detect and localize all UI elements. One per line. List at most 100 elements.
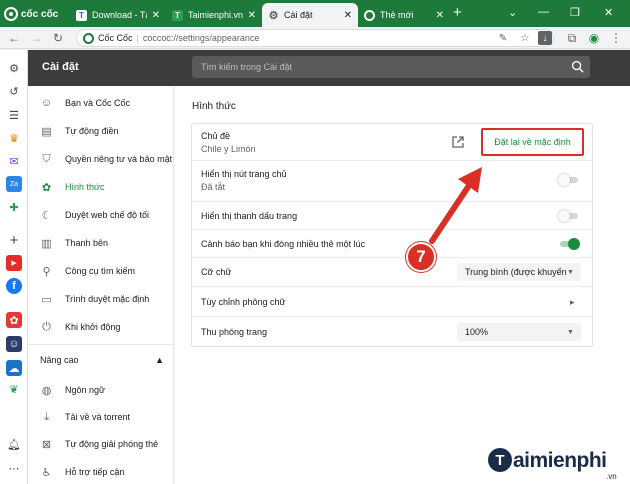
nav-item-downloads[interactable]: ⤓ Tải về và torrent xyxy=(28,407,174,427)
globe-icon: ◍ xyxy=(41,384,52,397)
messenger-icon[interactable]: ✉ xyxy=(6,153,22,169)
home-button-row[interactable]: Hiển thị nút trang chủ Đã tắt xyxy=(192,160,592,201)
tab-list-icon[interactable]: ⌄ xyxy=(508,6,517,19)
cloud-app-icon[interactable]: ☁ xyxy=(6,360,22,376)
chevron-right-icon: ▸ xyxy=(570,297,575,307)
extensions-icon[interactable]: ⧉ xyxy=(564,30,580,46)
step-badge: 7 xyxy=(406,242,436,272)
toggle-knob xyxy=(558,210,570,222)
nav-item-default-browser[interactable]: ▭ Trình duyệt mặc định xyxy=(28,289,174,309)
url-text[interactable]: coccoc://settings/appearance xyxy=(143,33,260,43)
toolbar: ← → ↻ Cốc Cốc | coccoc://settings/appear… xyxy=(0,27,630,49)
zoom-select[interactable]: 100% ▼ xyxy=(457,323,581,341)
reload-icon[interactable]: ↻ xyxy=(50,30,66,46)
bookmark-star-icon[interactable]: ☆ xyxy=(518,31,532,45)
nav-item-dark-mode[interactable]: ☾ Duyệt web chế độ tối xyxy=(28,205,174,225)
watermark-letter: T xyxy=(488,448,512,472)
nav-divider xyxy=(28,344,174,345)
add-app-icon[interactable]: + xyxy=(6,232,22,249)
crown-icon[interactable]: ♛ xyxy=(6,130,22,146)
bookmarks-bar-toggle[interactable] xyxy=(558,210,580,222)
nav-item-tab-discarding[interactable]: ⊠ Tự động giải phóng thẻ xyxy=(28,434,174,454)
game-icon[interactable]: ✚ xyxy=(6,199,22,215)
sidebar-icon: ▥ xyxy=(41,237,52,250)
warn-close-toggle[interactable] xyxy=(558,238,580,250)
menu-icon[interactable]: ⋮ xyxy=(608,30,624,46)
facebook-icon[interactable]: f xyxy=(6,278,22,294)
browser-icon: ▭ xyxy=(41,293,52,306)
nav-section-label: Nâng cao xyxy=(40,355,79,365)
youtube-icon[interactable]: ▶ xyxy=(6,255,22,271)
reset-default-button[interactable]: Đặt lại về mặc định xyxy=(481,128,584,156)
window-close-icon[interactable]: ✕ xyxy=(604,6,613,19)
profile-icon[interactable]: ◉ xyxy=(586,30,602,46)
maximize-icon[interactable]: ❐ xyxy=(570,6,580,19)
appearance-card: Chủ đề Chile y Limón Đặt lại về mặc định… xyxy=(191,123,593,347)
theme-label: Chủ đề xyxy=(201,131,231,141)
nav-item-label: Quyền riêng tư và bảo mật xyxy=(65,154,173,164)
nav-item-search-engine[interactable]: ⚲ Công cụ tìm kiếm xyxy=(28,261,174,281)
address-bar[interactable]: Cốc Cốc | coccoc://settings/appearance ✎… xyxy=(76,29,554,47)
minimize-icon[interactable]: — xyxy=(538,6,549,18)
game-app-icon[interactable]: ☺ xyxy=(6,336,22,352)
nav-item-sidebar[interactable]: ▥ Thanh bên xyxy=(28,233,174,253)
tab-settings[interactable]: ⚙ Cài đặt ✕ xyxy=(262,3,358,27)
new-tab-button[interactable]: + xyxy=(453,5,462,20)
home-button-label: Hiển thị nút trang chủ xyxy=(201,169,287,179)
watermark-tld: .vn xyxy=(606,472,617,481)
leaf-icon[interactable]: ❦ xyxy=(6,381,22,397)
back-icon[interactable]: ← xyxy=(6,30,22,46)
nav-section-advanced[interactable]: Nâng cao ▲ xyxy=(40,355,164,365)
download-icon[interactable]: ↓ xyxy=(538,31,552,45)
nav-item-privacy[interactable]: ⛉ Quyền riêng tư và bảo mật xyxy=(28,149,174,169)
font-size-select[interactable]: Trung bình (được khuyến nghị) ▼ xyxy=(457,263,581,281)
font-size-row: Cỡ chữ Trung bình (được khuyến nghị) ▼ xyxy=(192,257,592,286)
font-size-value: Trung bình (được khuyến nghị) xyxy=(465,267,567,277)
tab-download[interactable]: T Download - Tải ✕ xyxy=(70,3,166,27)
nav-item-accessibility[interactable]: ♿︎ Hỗ trợ tiếp cận xyxy=(28,462,174,482)
nav-item-autofill[interactable]: ▤ Tự động điền xyxy=(28,121,174,141)
shop-icon[interactable]: ✿ xyxy=(6,312,22,328)
coccoc-site-icon xyxy=(83,32,94,44)
nav-item-you-and-coccoc[interactable]: ☺ Bạn và Cốc Cốc xyxy=(28,93,174,113)
home-button-toggle[interactable] xyxy=(558,174,580,186)
browser-brand[interactable]: cốc cốc xyxy=(4,6,64,22)
edit-icon[interactable]: ✎ xyxy=(496,31,510,45)
open-external-icon[interactable] xyxy=(451,135,465,149)
zoom-row: Thu phóng trang 100% ▼ xyxy=(192,316,592,346)
tab-taimienphi[interactable]: T Taimienphi.vn ✕ xyxy=(166,3,262,27)
chevron-down-icon: ▼ xyxy=(567,268,574,276)
warn-close-row[interactable]: Cảnh báo bạn khi đóng nhiều thẻ một lúc xyxy=(192,229,592,257)
customize-fonts-label: Tùy chỉnh phông chữ xyxy=(201,297,286,307)
nav-item-appearance[interactable]: ✿ Hình thức xyxy=(28,177,174,197)
nav-item-on-startup[interactable]: ⏻ Khi khởi động xyxy=(28,317,174,337)
bookmarks-bar-row[interactable]: Hiển thị thanh dấu trang xyxy=(192,201,592,229)
tab-new[interactable]: Thẻ mới ✕ xyxy=(358,3,450,27)
nav-item-languages[interactable]: ◍ Ngôn ngữ xyxy=(28,380,174,400)
notification-bell-icon[interactable]: 🔔︎ xyxy=(6,436,22,452)
settings-search-input[interactable]: Tìm kiếm trong Cài đặt xyxy=(192,56,590,78)
font-size-label: Cỡ chữ xyxy=(201,267,232,277)
close-icon[interactable]: ✕ xyxy=(436,10,444,21)
gear-icon[interactable]: ⚙ xyxy=(6,60,22,76)
more-icon[interactable]: ⋯ xyxy=(6,460,22,476)
close-icon[interactable]: ✕ xyxy=(344,10,352,21)
home-button-value: Đã tắt xyxy=(201,182,226,192)
settings-nav: ☺ Bạn và Cốc Cốc ▤ Tự động điền ⛉ Quyền … xyxy=(28,86,174,484)
search-icon[interactable] xyxy=(571,60,584,73)
close-icon[interactable]: ✕ xyxy=(248,10,256,21)
nav-item-label: Duyệt web chế độ tối xyxy=(65,210,150,220)
forward-icon[interactable]: → xyxy=(28,30,44,46)
nav-item-label: Hỗ trợ tiếp cận xyxy=(65,467,125,477)
history-icon[interactable]: ↺ xyxy=(6,83,22,99)
tab-free-icon: ⊠ xyxy=(41,438,52,451)
tab-label: Download - Tải xyxy=(92,10,147,20)
settings-main: Hình thức Chủ đề Chile y Limón Đặt lại v… xyxy=(175,86,630,484)
customize-fonts-row[interactable]: Tùy chỉnh phông chữ ▸ xyxy=(192,286,592,316)
close-icon[interactable]: ✕ xyxy=(152,10,160,21)
tab-label: Thẻ mới xyxy=(380,10,414,20)
zalo-icon[interactable]: Za xyxy=(6,176,22,192)
tab-label: Cài đặt xyxy=(284,10,313,20)
settings-header: Cài đặt Tìm kiếm trong Cài đặt xyxy=(28,50,630,86)
reading-list-icon[interactable]: ☰ xyxy=(6,107,22,123)
